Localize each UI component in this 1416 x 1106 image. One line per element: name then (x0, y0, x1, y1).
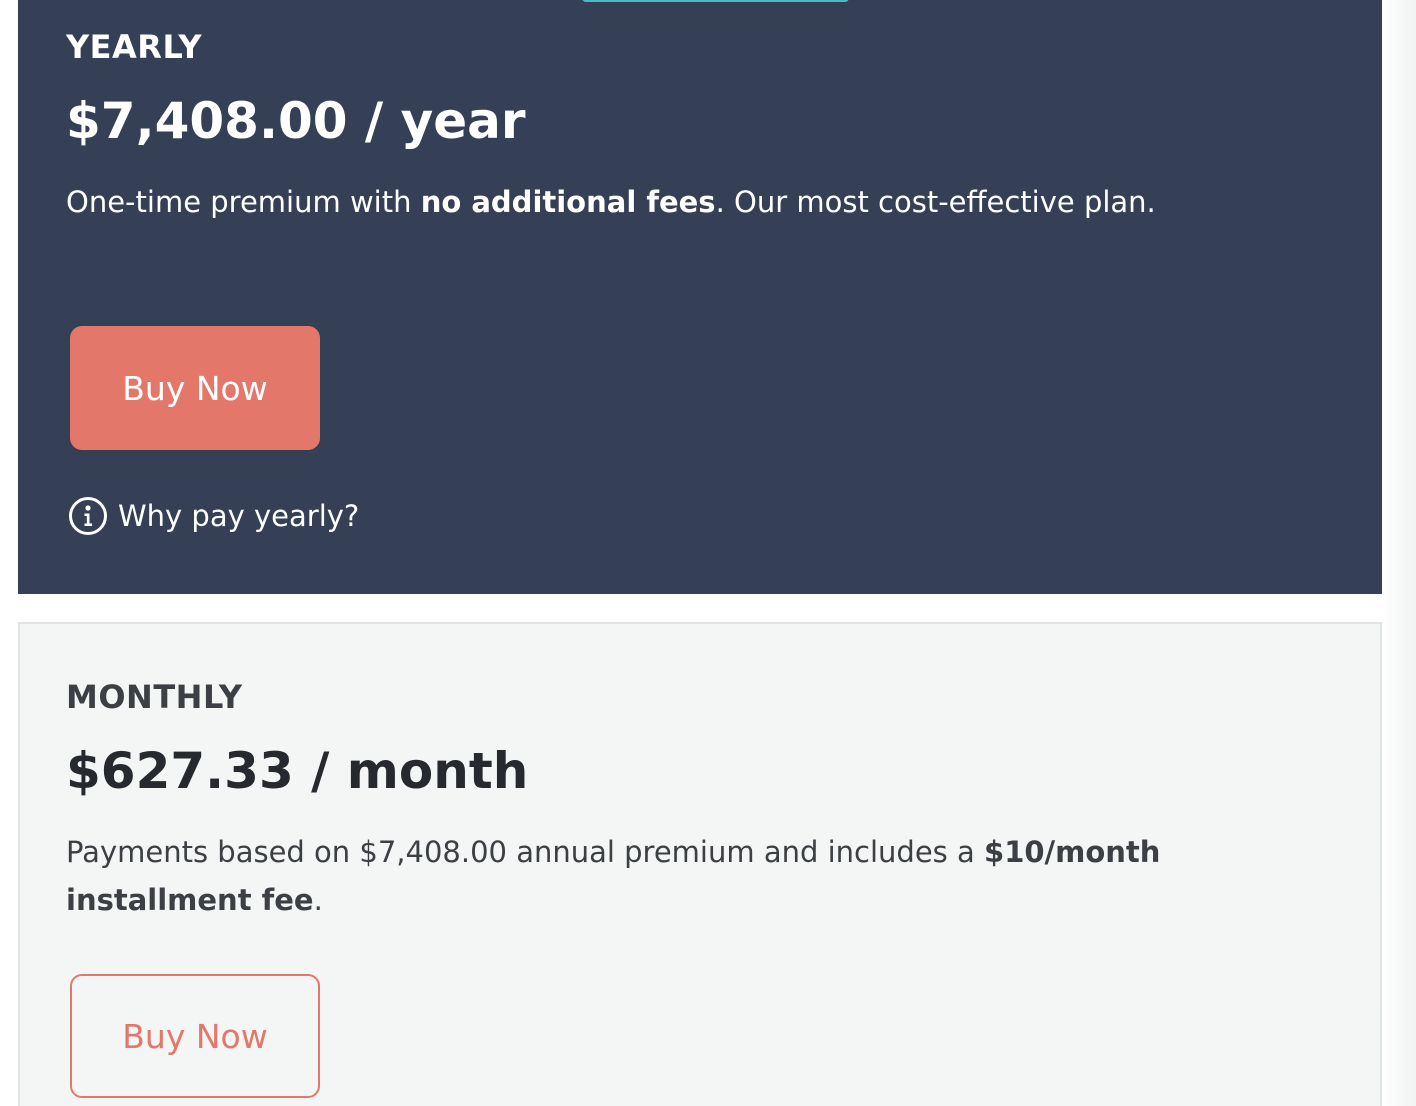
yearly-desc-pre: One-time premium with (66, 185, 421, 219)
info-circle-icon (68, 496, 108, 536)
yearly-price: $7,408.00 / year (66, 92, 526, 150)
pricing-page: YEARLY $7,408.00 / year One-time premium… (0, 0, 1416, 1106)
monthly-description: Payments based on $7,408.00 annual premi… (66, 828, 1266, 924)
yearly-desc-bold: no additional fees (420, 185, 716, 219)
why-pay-yearly-link[interactable]: Why pay yearly? (68, 496, 359, 536)
monthly-price: $627.33 / month (66, 742, 529, 800)
monthly-desc-post: . (313, 883, 323, 917)
recommended-tab (582, 0, 849, 2)
yearly-plan-card: YEARLY $7,408.00 / year One-time premium… (18, 0, 1382, 594)
yearly-description: One-time premium with no additional fees… (66, 178, 1316, 226)
yearly-plan-label: YEARLY (66, 28, 203, 66)
monthly-plan-card: MONTHLY $627.33 / month Payments based o… (18, 622, 1382, 1106)
yearly-desc-post: . Our most cost-effective plan. (715, 185, 1156, 219)
why-pay-yearly-label: Why pay yearly? (118, 499, 360, 533)
scroll-gutter (1382, 0, 1416, 1106)
monthly-plan-label: MONTHLY (66, 678, 243, 716)
yearly-buy-now-button[interactable]: Buy Now (70, 326, 320, 450)
monthly-buy-now-button[interactable]: Buy Now (70, 974, 320, 1098)
monthly-desc-pre: Payments based on $7,408.00 annual premi… (66, 835, 985, 869)
